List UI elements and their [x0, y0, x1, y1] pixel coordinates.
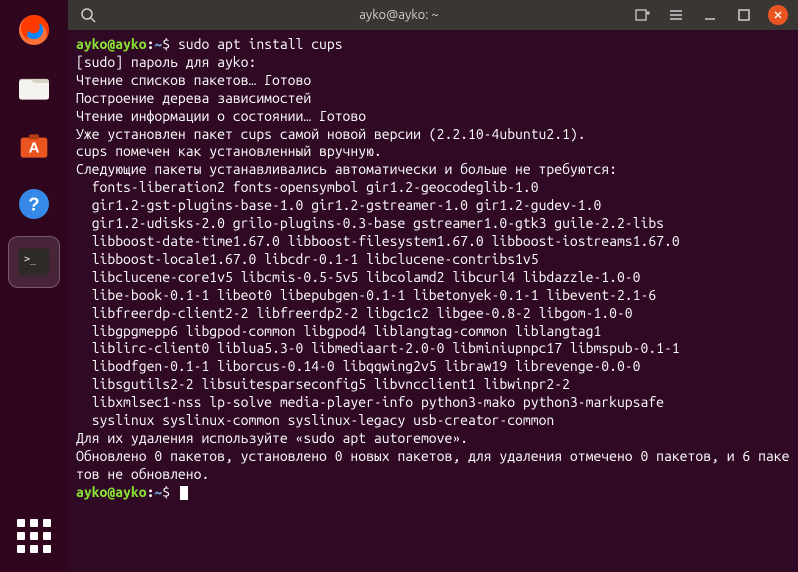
- show-apps-button[interactable]: [8, 510, 60, 562]
- terminal-cursor: [180, 486, 188, 500]
- prompt-dollar: $: [162, 36, 178, 52]
- command-text: sudo apt install cups: [178, 36, 343, 52]
- dock-item-help[interactable]: ?: [8, 178, 60, 230]
- svg-text:>_: >_: [24, 254, 37, 265]
- terminal-output: [sudo] пароль для ayko: Чтение списков п…: [76, 54, 789, 482]
- terminal-content[interactable]: ayko@ayko:~$ sudo apt install cups [sudo…: [68, 30, 798, 572]
- hamburger-menu-icon[interactable]: [666, 5, 686, 25]
- dock-item-files[interactable]: [8, 62, 60, 114]
- files-icon: [14, 68, 54, 108]
- maximize-button[interactable]: [734, 5, 754, 25]
- firefox-icon: [14, 10, 54, 50]
- launcher-dock: A ? >_: [0, 0, 68, 572]
- prompt-user-host: ayko@ayko: [76, 36, 147, 52]
- software-center-icon: A: [14, 126, 54, 166]
- dock-item-terminal[interactable]: >_: [8, 236, 60, 288]
- window-titlebar: ayko@ayko: ~: [68, 0, 798, 30]
- svg-text:?: ?: [28, 194, 39, 215]
- minimize-button[interactable]: [700, 5, 720, 25]
- dock-item-firefox[interactable]: [8, 4, 60, 56]
- new-tab-icon[interactable]: [632, 5, 652, 25]
- window-title: ayko@ayko: ~: [359, 8, 438, 22]
- close-button[interactable]: [768, 5, 788, 25]
- dock-item-software[interactable]: A: [8, 120, 60, 172]
- close-icon: [772, 9, 784, 21]
- help-icon: ?: [14, 184, 54, 224]
- search-icon[interactable]: [78, 5, 98, 25]
- svg-text:A: A: [29, 140, 40, 157]
- terminal-icon: >_: [14, 242, 54, 282]
- prompt-user-host-2: ayko@ayko: [76, 484, 147, 500]
